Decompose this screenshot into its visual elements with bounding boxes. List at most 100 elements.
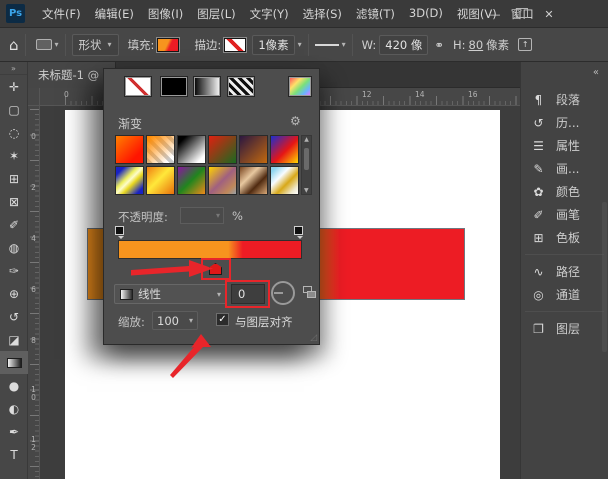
gradient-swatch-chrome-gold[interactable] (270, 166, 299, 195)
dock-collapse-icon[interactable]: « (593, 67, 599, 78)
h-ruler-number: 12 (362, 90, 372, 99)
vertical-ruler[interactable]: 0246810121 (28, 106, 40, 479)
gradient-preview-bar[interactable] (118, 240, 302, 259)
gear-icon[interactable]: ⚙ (290, 114, 301, 128)
toolbar-collapse-icon[interactable]: » (0, 62, 27, 75)
dock-panel-layers[interactable]: ❐ 图层 (521, 317, 608, 340)
lasso-tool[interactable]: ◌ (0, 121, 28, 144)
height-label: H: (453, 37, 466, 52)
magic-wand-tool-icon: ✶ (8, 148, 20, 163)
gradient-swatch-black-white[interactable] (177, 135, 206, 164)
paragraph-icon: ¶ (534, 92, 543, 107)
menu-item-选择(S)[interactable]: 选择(S) (296, 3, 349, 25)
photoshop-window: Ps 文件(F) 编辑(E) 图像(I) 图层(L) 文字(Y) 选择(S) 滤镜(T) 3D… (0, 0, 608, 479)
fill-type-none-button[interactable] (124, 76, 152, 97)
gradient-swatch-yellow-violet-orange[interactable] (208, 166, 237, 195)
healing-brush-tool-icon: ◍ (8, 240, 20, 255)
stroke-width-field[interactable]: 1像素 (252, 34, 295, 55)
scrollbar-thumb[interactable] (304, 148, 309, 170)
angle-dial[interactable] (271, 281, 295, 305)
fill-type-gradient-button[interactable] (193, 76, 221, 97)
chevron-down-icon[interactable]: ▾ (342, 40, 346, 49)
dock-panel-brushes[interactable]: ✐ 画笔 (521, 203, 608, 226)
move-tool[interactable]: ✛ (0, 75, 28, 98)
panel-resize-grip[interactable]: ◿ (310, 333, 317, 343)
dock-panel-swatches[interactable]: ⊞ 色板 (521, 226, 608, 249)
clone-stamp-tool-icon: ⊕ (8, 286, 20, 301)
fill-type-pattern-button[interactable] (227, 76, 255, 97)
chevron-down-icon: ▾ (216, 289, 221, 299)
clone-stamp-tool[interactable]: ⊕ (0, 282, 28, 305)
gradient-swatch-blue-red-yellow[interactable] (270, 135, 299, 164)
dock-panel-history[interactable]: ↺ 历... (521, 111, 608, 134)
stroke-swatch[interactable] (224, 37, 247, 52)
gradient-style-dropdown[interactable]: 线性 ▾ (114, 284, 227, 304)
marquee-tool[interactable]: ▢ (0, 98, 28, 121)
eyedropper-tool[interactable]: ✐ (0, 213, 28, 236)
fill-swatch[interactable] (157, 37, 180, 52)
tool-preset-picker[interactable]: ▾ (35, 39, 59, 50)
swatch-scrollbar[interactable]: ▲ ▼ (301, 135, 312, 195)
gradient-swatch-violet-green-orange[interactable] (177, 166, 206, 195)
scroll-down-icon[interactable]: ▼ (304, 187, 309, 194)
dock-panel-color[interactable]: ✿ 颜色 (521, 180, 608, 203)
dock-panel-brush-settings[interactable]: ✎ 画... (521, 157, 608, 180)
type-tool[interactable]: T (0, 443, 28, 466)
scale-dropdown[interactable]: 100 ▾ (152, 311, 198, 330)
menu-item-编辑(E)[interactable]: 编辑(E) (88, 3, 141, 25)
tool-mode-dropdown[interactable]: 形状 ▾ (71, 33, 119, 56)
frame-tool[interactable]: ⊠ (0, 190, 28, 213)
tool-list: ✛ ▢ ◌ ✶ ⊞ ⊠ ✐ ◍ ✑ ⊕ ↺ ◪ ● ◐ ✒ T (0, 75, 28, 466)
dock-panel-properties[interactable]: ☰ 属性 (521, 134, 608, 157)
color-picker-button[interactable] (288, 76, 312, 97)
menu-item-图像(I)[interactable]: 图像(I) (141, 3, 190, 25)
height-field[interactable]: 80 (469, 38, 484, 52)
home-icon[interactable]: ⌂ (9, 36, 19, 54)
maximize-button[interactable] (513, 7, 531, 21)
menu-item-文字(Y)[interactable]: 文字(Y) (243, 3, 296, 25)
dock-panel-paragraph[interactable]: ¶ 段落 (521, 88, 608, 111)
dock-scrollbar[interactable] (602, 202, 607, 352)
chevron-down-icon[interactable]: ▾ (298, 40, 302, 49)
width-field[interactable]: 420 像 (379, 34, 429, 55)
align-with-layer-checkbox[interactable]: ✓ (216, 313, 229, 326)
scroll-up-icon[interactable]: ▲ (304, 136, 309, 143)
dock-panel-channels[interactable]: ◎ 通道 (521, 283, 608, 306)
brushes-label: 画笔 (556, 208, 581, 222)
dodge-tool[interactable]: ◐ (0, 397, 28, 420)
menu-item-文件(F)[interactable]: 文件(F) (35, 3, 88, 25)
opacity-stop-left[interactable] (115, 226, 124, 239)
gradient-swatch-orange-transparent[interactable] (146, 135, 175, 164)
healing-brush-tool[interactable]: ◍ (0, 236, 28, 259)
minimize-button[interactable]: — (486, 8, 504, 21)
crop-tool[interactable]: ⊞ (0, 167, 28, 190)
v-ruler-number: 10 (31, 385, 36, 402)
close-button[interactable]: ✕ (540, 8, 558, 21)
reverse-gradient-icon[interactable] (303, 286, 317, 299)
magic-wand-tool[interactable]: ✶ (0, 144, 28, 167)
opacity-stop-right[interactable] (294, 226, 303, 239)
history-brush-tool[interactable]: ↺ (0, 305, 28, 328)
stroke-type-icon[interactable] (314, 43, 339, 46)
brush-tool[interactable]: ✑ (0, 259, 28, 282)
h-ruler-number: 14 (415, 90, 425, 99)
gradient-swatch-orange-yellow-orange[interactable] (146, 166, 175, 195)
menu-item-滤镜(T)[interactable]: 滤镜(T) (349, 3, 402, 25)
dock-panel-paths[interactable]: ∿ 路径 (521, 260, 608, 283)
gradient-swatch-blue-yellow-blue[interactable] (115, 166, 144, 195)
gradient-swatch-orange-red[interactable] (115, 135, 144, 164)
link-dimensions-icon[interactable]: ⚭ (434, 38, 444, 52)
blur-tool[interactable]: ● (0, 374, 28, 397)
fill-type-solid-button[interactable] (160, 76, 188, 97)
pen-tool[interactable]: ✒ (0, 420, 28, 443)
gradient-swatch-purple-orange[interactable] (239, 135, 268, 164)
export-icon[interactable]: ↑ (518, 38, 533, 51)
scale-value: 100 (157, 313, 179, 328)
align-with-layer-label: 与图层对齐 (235, 315, 293, 329)
menu-item-图层(L)[interactable]: 图层(L) (190, 3, 242, 25)
gradient-swatch-red-green[interactable] (208, 135, 237, 164)
gradient-swatch-copper[interactable] (239, 166, 268, 195)
eraser-tool[interactable]: ◪ (0, 328, 28, 351)
gradient-tool[interactable] (0, 351, 28, 374)
menu-item-3D(D)[interactable]: 3D(D) (402, 3, 450, 25)
